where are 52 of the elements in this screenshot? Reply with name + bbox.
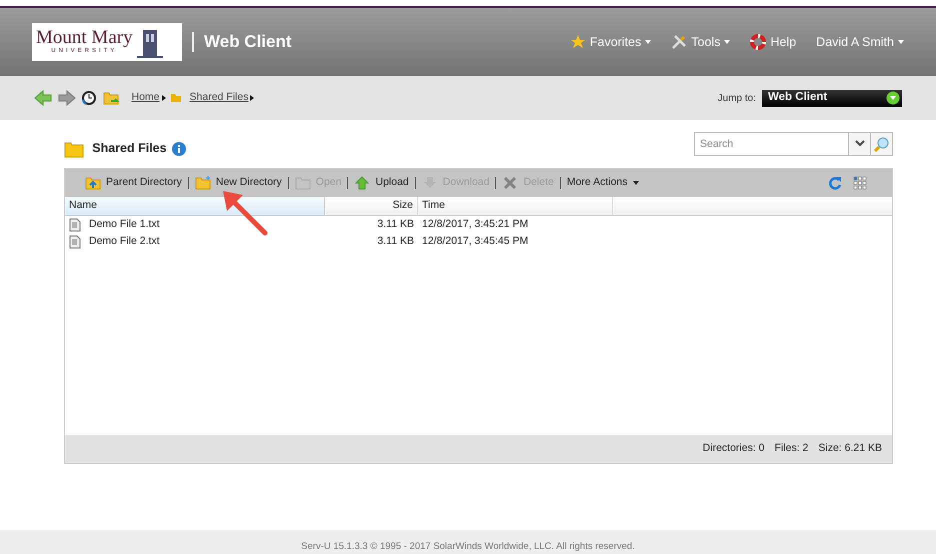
search-field[interactable]: Search [694, 132, 849, 156]
history-icon[interactable] [81, 90, 97, 106]
star-icon [570, 34, 586, 50]
table-cell-text: 3.11 KB [377, 234, 414, 249]
table-cell-text: Demo File 2.txt [89, 234, 160, 249]
dropdown-button[interactable] [849, 132, 871, 156]
menu-item[interactable]: Favorites [570, 32, 652, 52]
chevron-icon [854, 140, 864, 148]
close-icon [502, 175, 518, 191]
app-title: Web Client [192, 32, 292, 52]
tools-icon [671, 34, 688, 50]
grid-view-icon[interactable] [853, 176, 867, 190]
folder-up-icon [85, 175, 101, 191]
menu-item[interactable]: Help [750, 32, 796, 52]
table-cell-text: 3.11 KB [377, 216, 414, 232]
summary-text: Files: 2 [774, 441, 808, 456]
column-header[interactable]: Name [65, 197, 325, 215]
menu-item[interactable]: David A Smith [816, 32, 904, 52]
copyright-text: Serv-U 15.1.3.3 © 1995 - 2017 SolarWinds Worldwide, LLC. All rights reserved. [301, 540, 635, 554]
folder-icon [294, 175, 311, 191]
jump-to-label: Jump to: [718, 92, 756, 106]
refresh-icon[interactable] [828, 176, 842, 190]
lifebuoy-icon [750, 34, 766, 50]
toolbar-button[interactable]: Upload [348, 175, 415, 191]
upload-arrow-icon [354, 175, 370, 191]
folder-icon [170, 93, 182, 103]
logo-name: Mount Mary [36, 28, 133, 47]
dropdown-icon [886, 91, 900, 105]
column-header[interactable]: Size [325, 197, 418, 215]
folder-icon[interactable] [102, 90, 120, 106]
text-file-icon [69, 218, 81, 232]
new-folder-icon [194, 175, 211, 191]
text-file-icon [69, 234, 81, 248]
table-cell-text: 12/8/2017, 3:45:21 PM [422, 216, 528, 232]
breadcrumb-link[interactable]: Shared Files [190, 90, 248, 106]
table-cell-text: 12/8/2017, 3:45:45 PM [422, 234, 528, 249]
folder-title: Shared Files [92, 140, 167, 158]
search-icon [874, 136, 890, 152]
info-icon [172, 142, 186, 156]
column-header[interactable]: Time [418, 197, 613, 215]
summary-text: Directories: 0 [702, 441, 765, 456]
toolbar-button[interactable]: New Directory [188, 175, 288, 191]
breadcrumb-link[interactable]: Home [132, 90, 160, 106]
summary-text: Size: 6.21 KB [818, 441, 882, 456]
folder-icon [64, 140, 84, 158]
forward-arrow-icon[interactable] [58, 90, 76, 106]
back-arrow-icon[interactable] [34, 90, 52, 106]
table-cell-text: Demo File 1.txt [89, 216, 160, 232]
jump-to-select[interactable]: Web Client [762, 90, 902, 106]
toolbar-button[interactable]: Parent Directory [79, 175, 188, 191]
menu-item[interactable]: Tools [671, 32, 730, 52]
toolbar-button[interactable]: More Actions [560, 175, 645, 191]
